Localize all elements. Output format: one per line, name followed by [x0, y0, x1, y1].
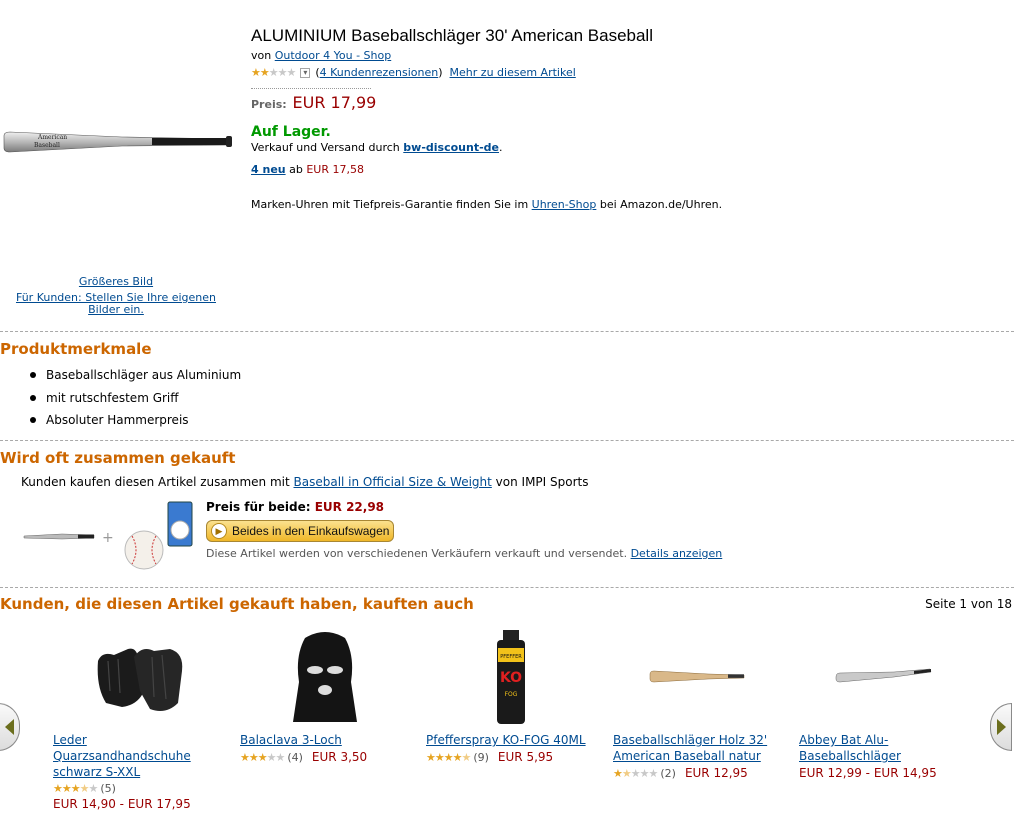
review-count[interactable]: (5) — [100, 782, 116, 795]
rating-stars[interactable]: ★★★★★ — [613, 768, 658, 779]
bundle-text-post: von IMPI Sports — [495, 475, 589, 489]
bigger-image-link[interactable]: Größeres Bild — [0, 275, 232, 288]
product-image[interactable]: American Baseball — [2, 126, 234, 158]
bundle-text: Kunden kaufen diesen Artikel zusammen mi… — [21, 475, 588, 489]
stock-status: Auf Lager. — [251, 124, 331, 140]
seller-link[interactable]: Outdoor 4 You - Shop — [275, 49, 392, 62]
bundle-title: Wird oft zusammen gekauft — [0, 449, 236, 467]
feature-item: Baseballschläger aus Aluminium — [30, 364, 241, 387]
price-label: Preis: — [251, 98, 287, 111]
new-offers-link[interactable]: 4 neu — [251, 163, 286, 176]
carousel-item-price: EUR 3,50 — [311, 750, 368, 764]
promo-text: Marken-Uhren mit Tiefpreis-Garantie find… — [251, 198, 722, 211]
upload-images-line-2[interactable]: Bilder ein. — [88, 303, 144, 316]
bundle-note-text: Diese Artikel werden von verschiedenen V… — [206, 547, 628, 560]
price-value: EUR 17,99 — [292, 93, 377, 112]
carousel-item: PFEFFER KO FOG Pfefferspray KO-FOG 40ML … — [426, 620, 596, 764]
carousel-item-name[interactable]: Leder Quarzsandhandschuhe schwarz S-XXL — [53, 732, 223, 780]
shipping-seller-link[interactable]: bw-discount-de — [403, 141, 499, 154]
more-about-item-link[interactable]: Mehr zu diesem Artikel — [450, 66, 576, 79]
price-row: Preis: EUR 17,99 — [251, 93, 376, 112]
divider — [0, 331, 1014, 332]
carousel-item: Baseballschläger Holz 32' American Baseb… — [613, 620, 783, 780]
shipping-info: Verkauf und Versand durch bw-discount-de… — [251, 141, 503, 154]
carousel-item-name[interactable]: Baseballschläger Holz 32' American Baseb… — [613, 732, 783, 764]
alu-bat-image[interactable] — [799, 620, 969, 732]
arrow-left-icon — [4, 719, 14, 735]
svg-text:Baseball: Baseball — [34, 142, 60, 149]
bundle-text-pre: Kunden kaufen diesen Artikel zusammen mi… — [21, 475, 290, 489]
divider — [0, 440, 1014, 441]
svg-text:FOG: FOG — [505, 691, 518, 698]
carousel-item-price: EUR 12,95 — [684, 766, 748, 780]
bundle-note: Diese Artikel werden von verschiedenen V… — [206, 547, 722, 560]
review-count[interactable]: (4) — [287, 751, 303, 764]
svg-text:KO: KO — [500, 670, 522, 686]
carousel-item-rating: ★★★★ ★ (9) EUR 5,95 — [426, 750, 596, 764]
add-both-to-cart-label: Beides in den Einkaufswagen — [232, 524, 390, 538]
by-label: von — [251, 49, 272, 62]
carousel-item-price: EUR 14,90 - EUR 17,95 — [53, 797, 191, 811]
new-offers-mid: ab — [289, 163, 303, 176]
svg-text:PFEFFER: PFEFFER — [500, 654, 522, 660]
baseball-link[interactable]: Baseball in Official Size & Weight — [294, 475, 492, 489]
product-title: ALUMINIUM Baseballschläger 30' American … — [251, 26, 653, 45]
rating-stars[interactable]: ★★★★★ — [251, 67, 296, 78]
carousel-next-button[interactable] — [990, 703, 1012, 751]
divider — [251, 88, 371, 89]
carousel-item-rating: ★ ★ ★★★ (2) EUR 12,95 — [613, 766, 783, 780]
rating-stars[interactable]: ★★★★★ — [426, 752, 471, 763]
wooden-bat-image[interactable] — [613, 620, 783, 732]
bundle-images[interactable]: + — [22, 498, 197, 573]
carousel-item-name[interactable]: Abbey Bat Alu-Baseballschläger — [799, 732, 969, 764]
promo-pre: Marken-Uhren mit Tiefpreis-Garantie find… — [251, 198, 529, 211]
carousel-item: Abbey Bat Alu-Baseballschläger EUR 12,99… — [799, 620, 969, 780]
also-bought-title: Kunden, die diesen Artikel gekauft haben… — [0, 595, 474, 613]
carousel-page-indicator: Seite 1 von 18 — [925, 597, 1012, 611]
new-offers: 4 neu ab EUR 17,58 — [251, 163, 364, 176]
rating-stars[interactable]: ★★★★★ — [53, 783, 98, 794]
gloves-image[interactable] — [53, 620, 223, 732]
rating-stars[interactable]: ★★★★★ — [240, 752, 285, 763]
bundle-price-value: EUR 22,98 — [314, 500, 385, 514]
carousel-item: Balaclava 3-Loch ★★★ ★★ (4) EUR 3,50 — [240, 620, 410, 764]
carousel-item: Leder Quarzsandhandschuhe schwarz S-XXL … — [53, 620, 223, 811]
watch-shop-link[interactable]: Uhren-Shop — [532, 198, 597, 211]
bundle-price-label: Preis für beide: — [206, 500, 311, 514]
promo-post: bei Amazon.de/Uhren. — [599, 198, 723, 211]
features-list: Baseballschläger aus Aluminium mit rutsc… — [30, 364, 241, 432]
upload-images-link[interactable]: Für Kunden: Stellen Sie Ihre eigenen Bil… — [0, 292, 232, 316]
balaclava-image[interactable] — [240, 620, 410, 732]
carousel-item-name[interactable]: Pfefferspray KO-FOG 40ML — [426, 732, 596, 748]
pepper-spray-image[interactable]: PFEFFER KO FOG — [426, 620, 596, 732]
reviews-link[interactable]: 4 Kundenrezensionen — [320, 66, 439, 79]
cart-icon: ▶ — [211, 523, 227, 539]
feature-item: mit rutschfestem Griff — [30, 387, 241, 410]
bundle-price: Preis für beide: EUR 22,98 — [206, 500, 384, 514]
feature-item: Absoluter Hammerpreis — [30, 409, 241, 432]
svg-text:+: + — [102, 530, 114, 546]
byline: von Outdoor 4 You - Shop — [251, 49, 391, 62]
add-both-to-cart-button[interactable]: ▶ Beides in den Einkaufswagen — [206, 520, 394, 542]
carousel-item-price: EUR 5,95 — [497, 750, 554, 764]
new-offers-price: EUR 17,58 — [306, 163, 364, 176]
review-count[interactable]: (2) — [660, 767, 676, 780]
carousel-item-name[interactable]: Balaclava 3-Loch — [240, 732, 410, 748]
arrow-right-icon — [996, 719, 1006, 735]
carousel-item-rating: ★★★ ★ ★ (5) — [53, 782, 223, 795]
review-count[interactable]: (9) — [473, 751, 489, 764]
rating-row: ★★ ★★★ ▾ (4 Kundenrezensionen) Mehr zu di… — [251, 66, 576, 79]
chevron-down-icon[interactable]: ▾ — [300, 67, 311, 78]
divider — [0, 587, 1014, 588]
shipping-prefix: Verkauf und Versand durch — [251, 141, 400, 154]
carousel-prev-button[interactable] — [0, 703, 20, 751]
features-title: Produktmerkmale — [0, 340, 152, 358]
svg-text:American: American — [37, 134, 67, 141]
details-link[interactable]: Details anzeigen — [631, 547, 723, 560]
carousel-item-price: EUR 12,99 - EUR 14,95 — [799, 766, 937, 780]
carousel-item-rating: ★★★ ★★ (4) EUR 3,50 — [240, 750, 410, 764]
